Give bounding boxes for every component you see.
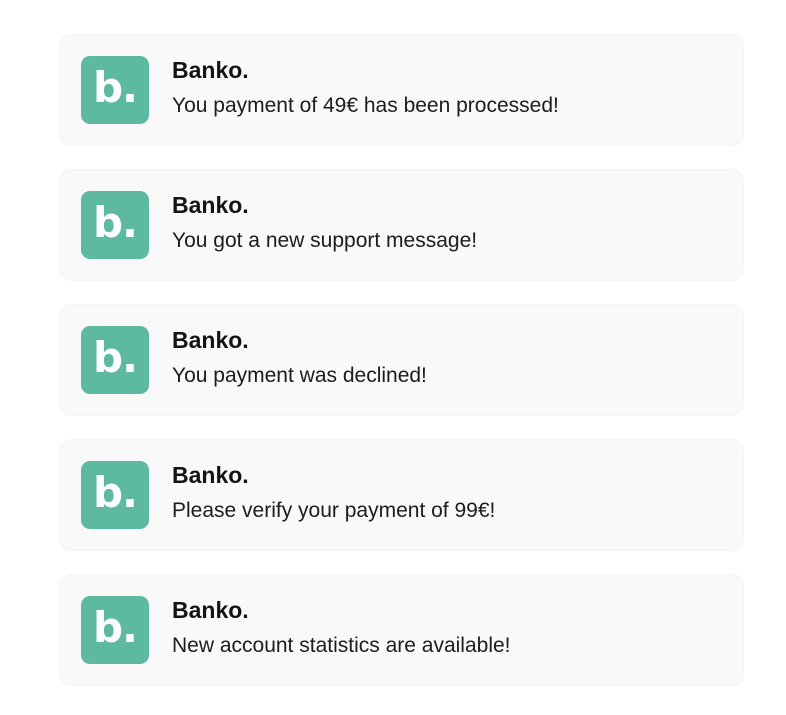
notification-card[interactable]: b. Banko. You got a new support message! (60, 170, 743, 280)
notification-message: You got a new support message! (172, 229, 478, 252)
banko-logo-icon: b. (81, 596, 149, 664)
logo-text: b. (92, 603, 138, 652)
logo-text: b. (92, 198, 138, 247)
banko-logo-icon: b. (81, 461, 149, 529)
notification-card[interactable]: b. Banko. New account statistics are ava… (60, 575, 743, 685)
banko-logo-icon: b. (81, 326, 149, 394)
banko-logo-icon: b. (81, 191, 149, 259)
notification-message: Please verify your payment of 99€! (172, 499, 496, 522)
logo-text: b. (92, 333, 138, 382)
logo-text: b. (92, 63, 138, 112)
notification-card[interactable]: b. Banko. You payment of 49€ has been pr… (60, 35, 743, 145)
notification-app-name: Banko. (172, 597, 249, 623)
notification-app-name: Banko. (172, 327, 249, 353)
notification-card[interactable]: b. Banko. Please verify your payment of … (60, 440, 743, 550)
notification-list: b. Banko. You payment of 49€ has been pr… (60, 35, 743, 710)
notification-message: You payment of 49€ has been processed! (172, 94, 559, 117)
notification-app-name: Banko. (172, 192, 249, 218)
notification-card[interactable]: b. Banko. You payment was declined! (60, 305, 743, 415)
notification-message: You payment was declined! (172, 364, 427, 387)
notification-app-name: Banko. (172, 462, 249, 488)
notification-message: New account statistics are available! (172, 634, 511, 657)
notification-app-name: Banko. (172, 57, 249, 83)
banko-logo-icon: b. (81, 56, 149, 124)
logo-text: b. (92, 468, 138, 517)
